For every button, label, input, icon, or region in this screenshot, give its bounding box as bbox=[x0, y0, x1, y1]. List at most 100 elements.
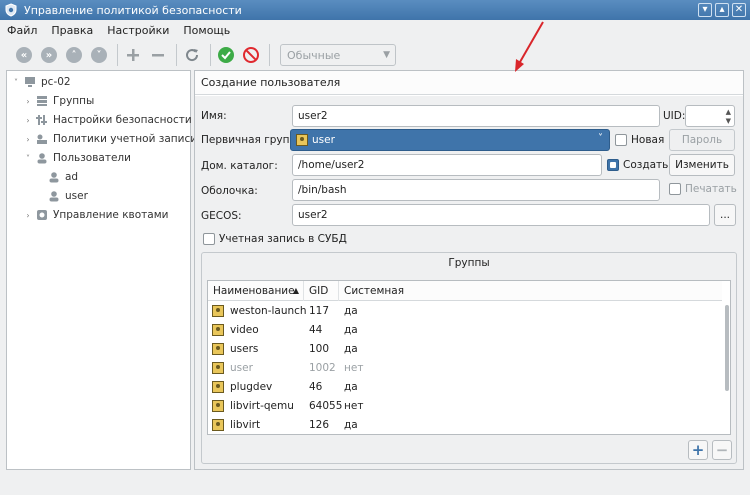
tree-user-ad[interactable]: ad bbox=[45, 168, 78, 186]
vertical-scrollbar[interactable] bbox=[725, 305, 729, 391]
title-bar: Управление политикой безопасности ▾ ▴ ✕ bbox=[0, 0, 750, 20]
group-name-cell: users bbox=[230, 343, 259, 355]
toolbar-separator bbox=[176, 44, 177, 66]
uid-spinbox[interactable]: ▲ ▼ bbox=[685, 105, 735, 127]
primary-group-value: user bbox=[312, 134, 335, 146]
annotation-arrow bbox=[515, 21, 544, 72]
plus-icon bbox=[127, 49, 139, 61]
expand-arrow-icon: › bbox=[26, 134, 30, 144]
groups-icon bbox=[37, 96, 47, 106]
dbms-account-checkbox[interactable] bbox=[203, 233, 215, 245]
check-circle-icon bbox=[218, 47, 234, 63]
print-checkbox[interactable] bbox=[669, 183, 681, 195]
tree-user-label: user bbox=[65, 190, 88, 202]
table-row[interactable]: weston-launch 117 да bbox=[208, 302, 722, 321]
level-combo[interactable]: Обычные ▼ bbox=[280, 44, 396, 66]
computer-icon bbox=[25, 77, 35, 87]
forbidden-icon bbox=[243, 47, 259, 63]
add-group-button[interactable]: + bbox=[688, 440, 708, 460]
table-header: Наименование ▲ GID Системная bbox=[208, 281, 722, 301]
tree-item-account-policies[interactable]: › Политики учетной записи bbox=[23, 130, 197, 148]
sliders-icon bbox=[36, 115, 47, 125]
groups-table: Наименование ▲ GID Системная weston-laun… bbox=[207, 280, 731, 435]
password-button[interactable]: Пароль bbox=[669, 129, 735, 151]
refresh-icon bbox=[186, 49, 199, 62]
table-row[interactable]: video 44 да bbox=[208, 321, 722, 340]
collapse-arrow-icon: ˅ bbox=[14, 77, 18, 87]
table-row[interactable]: libvirt 126 да bbox=[208, 416, 722, 434]
user-panel: Создание пользователя Имя: user2 UID: ▲ … bbox=[194, 70, 744, 470]
menu-edit[interactable]: Правка bbox=[44, 24, 100, 37]
forward-button[interactable]: » bbox=[38, 44, 60, 66]
minimize-icon[interactable]: ▾ bbox=[698, 3, 712, 17]
tree-item-users[interactable]: ˅ Пользователи bbox=[23, 149, 131, 167]
panel-title: Создание пользователя bbox=[195, 71, 743, 95]
gecos-browse-button[interactable]: ... bbox=[714, 204, 736, 226]
menu-file[interactable]: Файл bbox=[0, 24, 44, 37]
groups-frame: Группы Наименование ▲ GID Системная west… bbox=[201, 252, 737, 464]
chevron-down-icon: ˅ bbox=[598, 133, 603, 144]
tree-item-label: Группы bbox=[53, 95, 95, 107]
remove-group-button[interactable]: − bbox=[712, 440, 732, 460]
new-group-label: Новая bbox=[631, 134, 665, 146]
up-button[interactable]: ˄ bbox=[63, 44, 85, 66]
tree-item-groups[interactable]: › Группы bbox=[23, 92, 94, 110]
menu-settings[interactable]: Настройки bbox=[100, 24, 176, 37]
policy-icon bbox=[37, 134, 47, 144]
shell-field[interactable]: /bin/bash bbox=[292, 179, 660, 201]
window-controls: ▾ ▴ ✕ bbox=[698, 3, 746, 17]
home-dir-field[interactable]: /home/user2 bbox=[292, 154, 602, 176]
menu-help[interactable]: Помощь bbox=[176, 24, 237, 37]
remove-button[interactable] bbox=[147, 44, 169, 66]
print-label: Печатать bbox=[685, 183, 737, 195]
maximize-icon[interactable]: ▴ bbox=[715, 3, 729, 17]
sort-up-icon: ▲ bbox=[292, 286, 299, 295]
group-gid-cell: 46 bbox=[309, 381, 323, 393]
dbms-account-label: Учетная запись в СУБД bbox=[219, 233, 347, 245]
tree-user-label: ad bbox=[65, 171, 79, 183]
shell-label: Оболочка: bbox=[201, 185, 258, 197]
chevron-down-icon: ˅ bbox=[91, 47, 107, 63]
create-home-checkbox[interactable] bbox=[607, 159, 619, 171]
table-row[interactable]: users 100 да bbox=[208, 340, 722, 359]
tree-item-security-settings[interactable]: › Настройки безопасности bbox=[23, 111, 191, 129]
column-gid[interactable]: GID bbox=[304, 281, 339, 301]
down-button[interactable]: ˅ bbox=[88, 44, 110, 66]
tree-root[interactable]: ˅ pc-02 bbox=[11, 73, 71, 91]
nav-tree: ˅ pc-02 › Группы › Настройки безопасност… bbox=[6, 70, 197, 470]
table-row[interactable]: user 1002 нет bbox=[208, 359, 722, 378]
level-combo-value: Обычные bbox=[287, 48, 341, 62]
tree-user-user[interactable]: user bbox=[45, 187, 88, 205]
spin-up-icon[interactable]: ▲ bbox=[726, 108, 731, 116]
add-button[interactable] bbox=[122, 44, 144, 66]
gecos-field[interactable]: user2 bbox=[292, 204, 710, 226]
group-icon bbox=[212, 343, 224, 355]
table-row[interactable]: plugdev 46 да bbox=[208, 378, 722, 397]
new-group-checkbox[interactable] bbox=[615, 134, 627, 146]
group-icon bbox=[212, 381, 224, 393]
group-system-cell: нет bbox=[344, 362, 364, 374]
tree-item-label: Пользователи bbox=[53, 152, 131, 164]
group-gid-cell: 1002 bbox=[309, 362, 336, 374]
primary-group-combo[interactable]: user ˅ bbox=[290, 129, 610, 151]
refresh-button[interactable] bbox=[181, 44, 203, 66]
user-icon bbox=[49, 191, 59, 202]
change-button[interactable]: Изменить bbox=[669, 154, 735, 176]
back-button[interactable]: « bbox=[13, 44, 35, 66]
tree-item-quotas[interactable]: › Управление квотами bbox=[23, 206, 168, 224]
tree-item-label: Управление квотами bbox=[53, 209, 169, 221]
double-left-icon: « bbox=[16, 47, 32, 63]
spin-down-icon[interactable]: ▼ bbox=[726, 117, 731, 125]
group-icon bbox=[212, 362, 224, 374]
cancel-button[interactable] bbox=[240, 44, 262, 66]
table-row[interactable]: libvirt-qemu 64055 нет bbox=[208, 397, 722, 416]
gecos-label: GECOS: bbox=[201, 210, 242, 222]
name-field[interactable]: user2 bbox=[292, 105, 660, 127]
group-name-cell: libvirt-qemu bbox=[230, 400, 294, 412]
column-name[interactable]: Наименование ▲ bbox=[208, 281, 304, 301]
create-home-label: Создать bbox=[623, 159, 669, 171]
close-icon[interactable]: ✕ bbox=[732, 3, 746, 17]
column-system[interactable]: Системная bbox=[339, 281, 722, 301]
apply-button[interactable] bbox=[215, 44, 237, 66]
tree-root-label: pc-02 bbox=[41, 76, 71, 88]
